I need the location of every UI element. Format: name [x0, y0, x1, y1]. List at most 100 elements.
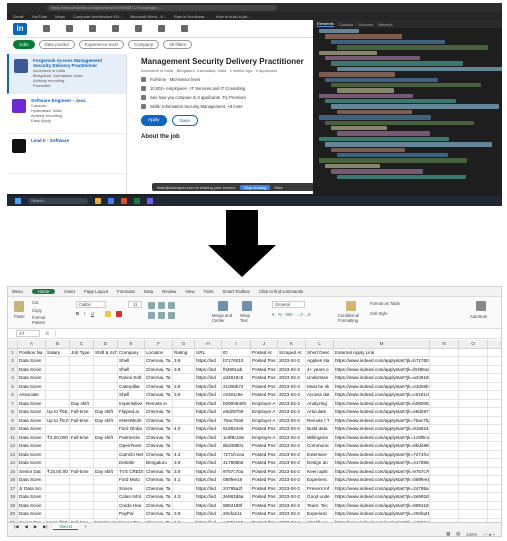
- row-number[interactable]: 13: [8, 450, 18, 459]
- table-cell[interactable]: Posted Pos: [251, 501, 278, 510]
- table-cell[interactable]: [459, 399, 488, 408]
- table-cell[interactable]: Ranini Soft: [118, 374, 145, 383]
- column-header[interactable]: I: [222, 340, 251, 349]
- table-cell[interactable]: [46, 399, 70, 408]
- table-cell[interactable]: Chennai, Ta: [145, 408, 173, 417]
- font-select[interactable]: Calibri: [76, 301, 106, 308]
- table-cell[interactable]: [488, 442, 501, 451]
- table-cell[interactable]: 2023-04-2: [278, 459, 306, 468]
- table-cell[interactable]: Chennai, Ta: [145, 442, 173, 451]
- table-cell[interactable]: Colan Infot: [118, 493, 145, 502]
- table-cell[interactable]: [488, 357, 501, 366]
- table-cell[interactable]: [488, 374, 501, 383]
- row-number[interactable]: 20: [8, 510, 18, 519]
- table-cell[interactable]: [430, 442, 459, 451]
- table-cell[interactable]: 3.9: [173, 467, 195, 476]
- table-cell[interactable]: https://www.indeed.com/applystart?jk=727…: [334, 450, 430, 459]
- table-cell[interactable]: 3.9: [173, 459, 195, 468]
- paste-button[interactable]: Paste: [14, 314, 25, 319]
- table-cell[interactable]: Remote | T: [306, 416, 334, 425]
- table-cell[interactable]: [488, 383, 501, 391]
- table-cell[interactable]: https://www.indeed.com/applystart?jk=089…: [334, 476, 430, 485]
- cell-style-button[interactable]: Cell Style: [370, 311, 388, 316]
- table-cell[interactable]: [430, 348, 459, 357]
- table-cell[interactable]: Experienc: [306, 510, 334, 519]
- table-cell[interactable]: Company: [118, 348, 145, 357]
- table-cell[interactable]: [94, 450, 118, 459]
- column-header[interactable]: A: [18, 340, 46, 349]
- table-cell[interactable]: 8953189f: [222, 501, 251, 510]
- table-cell[interactable]: [94, 357, 118, 366]
- table-cell[interactable]: [430, 476, 459, 485]
- table-cell[interactable]: Day shift: [94, 467, 118, 476]
- table-cell[interactable]: Chennai, Ta: [145, 357, 173, 366]
- table-cell[interactable]: Access dat: [306, 391, 334, 400]
- copy-button[interactable]: Copy: [32, 308, 42, 313]
- table-cell[interactable]: Keen aptit: [306, 467, 334, 476]
- table-cell[interactable]: Chennai, Ta: [145, 467, 173, 476]
- table-cell[interactable]: [488, 510, 501, 519]
- table-cell[interactable]: 3.9: [173, 391, 195, 400]
- table-cell[interactable]: https://www.indeed.com/applystart?jk=2e5…: [334, 493, 430, 502]
- table-cell[interactable]: [173, 433, 195, 442]
- table-cell[interactable]: 20efa211: [222, 510, 251, 519]
- table-cell[interactable]: [70, 357, 94, 366]
- menu-item[interactable]: Click to find commands: [259, 289, 303, 294]
- sheet-tab[interactable]: sheet1: [53, 523, 79, 530]
- table-cell[interactable]: 2023-04-2: [278, 416, 306, 425]
- table-cell[interactable]: https://www.indeed.com/applystart?jk=20e…: [334, 510, 430, 519]
- table-cell[interactable]: [94, 399, 118, 408]
- table-cell[interactable]: 2023-04-2: [278, 399, 306, 408]
- first-sheet-icon[interactable]: |◀: [14, 524, 18, 530]
- table-cell[interactable]: Posted Pos: [251, 382, 278, 391]
- table-cell[interactable]: [488, 434, 501, 442]
- table-cell[interactable]: https://ind: [195, 510, 222, 519]
- table-cell[interactable]: [488, 476, 501, 485]
- table-cell[interactable]: [430, 450, 459, 459]
- table-cell[interactable]: [94, 442, 118, 451]
- table-cell[interactable]: https://ind: [195, 374, 222, 383]
- formula-input[interactable]: [55, 330, 501, 337]
- table-cell[interactable]: [488, 502, 501, 510]
- table-cell[interactable]: Posted Pos: [251, 459, 278, 468]
- table-cell[interactable]: 2023-04-2: [278, 382, 306, 391]
- table-cell[interactable]: Chennai, Ta: [145, 476, 173, 485]
- table-cell[interactable]: 75ac7ba0: [222, 416, 251, 425]
- table-cell[interactable]: [459, 459, 488, 468]
- table-cell[interactable]: [94, 391, 118, 400]
- column-header[interactable]: L: [306, 340, 334, 349]
- table-cell[interactable]: [430, 433, 459, 442]
- row-number[interactable]: 3: [8, 365, 18, 374]
- align-bottom-icon[interactable]: [168, 302, 175, 309]
- table-cell[interactable]: PayPal: [118, 510, 145, 519]
- table-cell[interactable]: [430, 399, 459, 408]
- table-cell[interactable]: 8bd48801: [222, 442, 251, 451]
- table-cell[interactable]: Shift & Sch: [94, 348, 118, 357]
- format-painter-button[interactable]: Format Painter: [32, 315, 52, 325]
- autosum-icon[interactable]: [476, 301, 486, 311]
- column-header[interactable]: O: [459, 340, 488, 349]
- table-cell[interactable]: Senior Dat: [18, 467, 46, 476]
- table-cell[interactable]: [46, 365, 70, 374]
- table-cell[interactable]: [459, 425, 488, 434]
- table-cell[interactable]: https://ind: [195, 467, 222, 476]
- menu-item[interactable]: Home: [31, 289, 56, 294]
- table-cell[interactable]: External Apply Link: [334, 348, 430, 357]
- table-cell[interactable]: Associate: [18, 391, 46, 400]
- table-cell[interactable]: Ford Globa: [118, 425, 145, 434]
- table-cell[interactable]: [46, 501, 70, 510]
- table-cell[interactable]: Posted Pos: [251, 476, 278, 485]
- table-cell[interactable]: Bengaluru: [145, 459, 173, 468]
- table-cell[interactable]: [70, 459, 94, 468]
- table-cell[interactable]: 2023-04-2: [278, 450, 306, 459]
- table-cell[interactable]: https://ind: [195, 416, 222, 425]
- table-cell[interactable]: [173, 374, 195, 383]
- table-cell[interactable]: Full-time: [70, 408, 94, 417]
- table-cell[interactable]: CamGo Net: [118, 450, 145, 459]
- table-cell[interactable]: Posted Pos: [251, 493, 278, 502]
- table-cell[interactable]: ID: [222, 348, 251, 357]
- table-cell[interactable]: Day shift: [94, 433, 118, 442]
- table-cell[interactable]: [94, 493, 118, 502]
- table-cell[interactable]: Chennai, Ta: [145, 510, 173, 519]
- table-cell[interactable]: Employer A: [251, 433, 278, 442]
